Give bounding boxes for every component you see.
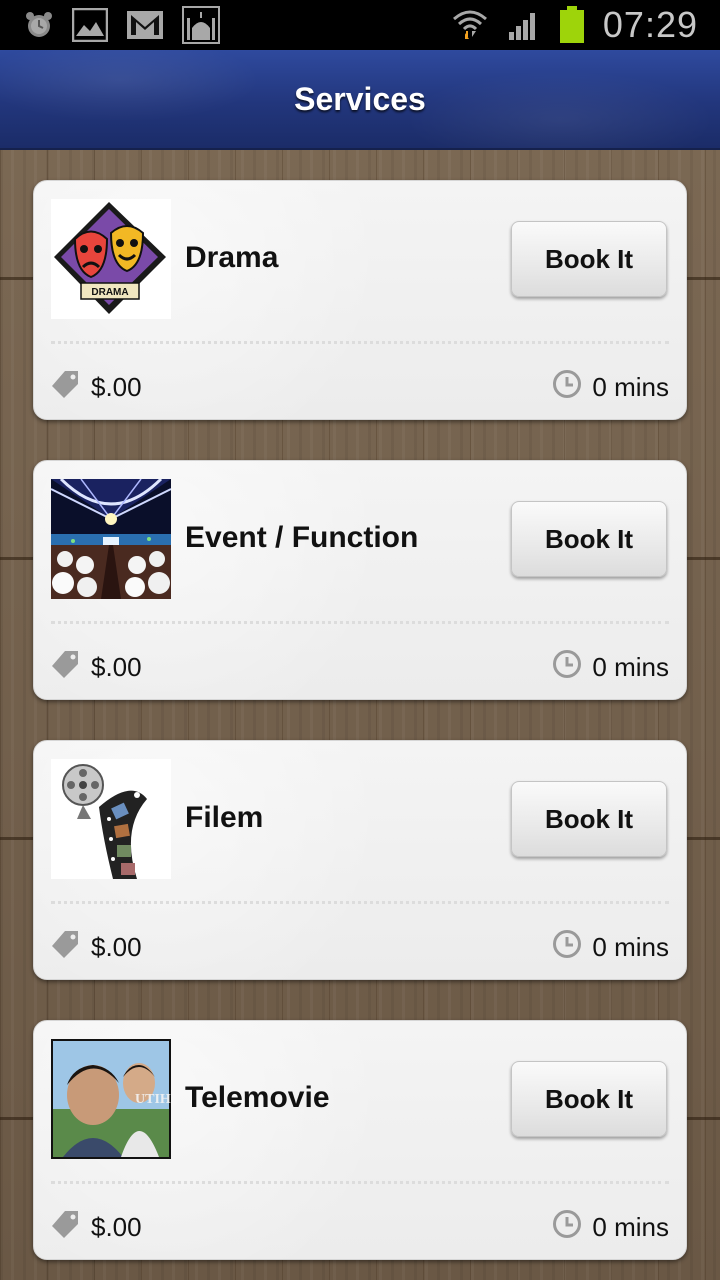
page-title: Services (294, 80, 426, 117)
service-card-drama[interactable]: DRAMA Drama Book It $.00 0 mins (33, 180, 687, 420)
service-card-telemovie[interactable]: UTIH Telemovie Book It $.00 0 mins (33, 1020, 687, 1260)
clock-icon (552, 369, 582, 406)
service-name: Filem (185, 801, 264, 834)
divider (51, 901, 669, 904)
duration-info: 0 mins (552, 649, 669, 686)
clock-icon (552, 1209, 582, 1246)
duration-value: 0 mins (592, 1212, 669, 1242)
clock-icon (552, 929, 582, 966)
price-info: $.00 (51, 369, 142, 406)
price-info: $.00 (51, 649, 142, 686)
status-bar: 07:29 (0, 0, 720, 50)
price-value: $.00 (91, 372, 142, 402)
service-thumbnail: DRAMA (51, 199, 171, 319)
price-tag-icon (51, 369, 81, 406)
service-thumbnail (51, 759, 171, 879)
price-value: $.00 (91, 1212, 142, 1242)
price-info: $.00 (51, 929, 142, 966)
gmail-icon (126, 10, 164, 40)
mosque-icon (182, 6, 220, 44)
duration-value: 0 mins (592, 652, 669, 682)
clock-time: 07:29 (602, 4, 698, 45)
price-tag-icon (51, 649, 81, 686)
book-it-button[interactable]: Book It (511, 781, 667, 857)
service-thumbnail: UTIH (51, 1039, 171, 1159)
service-card-event-function[interactable]: Event / Function Book It $.00 0 mins (33, 460, 687, 700)
price-value: $.00 (91, 932, 142, 962)
duration-value: 0 mins (592, 372, 669, 402)
alarm-icon (24, 10, 54, 40)
divider (51, 621, 669, 624)
service-thumbnail (51, 479, 171, 599)
price-info: $.00 (51, 1209, 142, 1246)
divider (51, 1181, 669, 1184)
clock-icon (552, 649, 582, 686)
signal-icon (507, 10, 541, 40)
duration-info: 0 mins (552, 929, 669, 966)
price-value: $.00 (91, 652, 142, 682)
duration-value: 0 mins (592, 932, 669, 962)
divider (51, 341, 669, 344)
book-it-button[interactable]: Book It (511, 501, 667, 577)
service-card-filem[interactable]: Filem Book It $.00 0 mins (33, 740, 687, 980)
app-header: Services (0, 50, 720, 150)
service-name: Telemovie (185, 1081, 330, 1114)
book-it-button[interactable]: Book It (511, 221, 667, 297)
image-icon (72, 8, 108, 42)
service-name: Drama (185, 241, 279, 274)
price-tag-icon (51, 929, 81, 966)
battery-icon (559, 6, 585, 44)
service-name: Event / Function (185, 521, 419, 554)
price-tag-icon (51, 1209, 81, 1246)
book-it-button[interactable]: Book It (511, 1061, 667, 1137)
duration-info: 0 mins (552, 369, 669, 406)
duration-info: 0 mins (552, 1209, 669, 1246)
svg-text:UTIH: UTIH (135, 1092, 171, 1107)
svg-text:DRAMA: DRAMA (91, 287, 128, 298)
wifi-icon (451, 7, 489, 43)
